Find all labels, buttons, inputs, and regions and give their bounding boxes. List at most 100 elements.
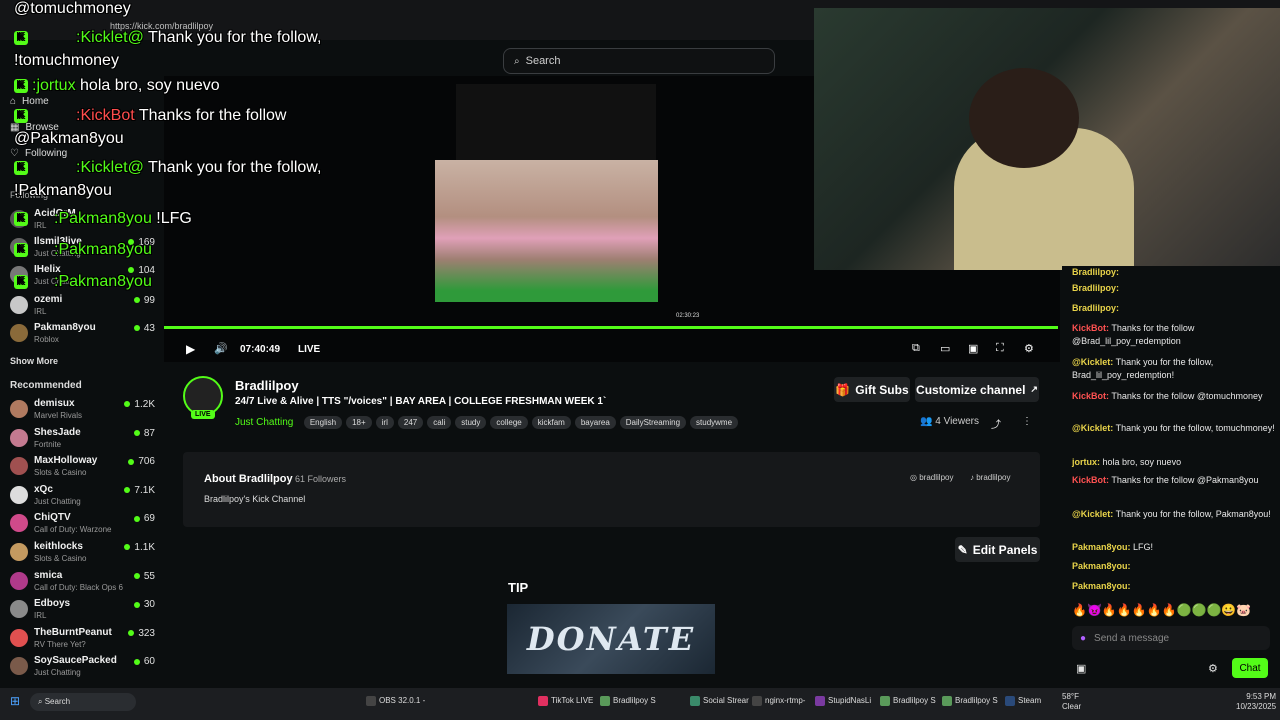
recommended-item[interactable]: TheBurntPeanut RV There Yet? 323 (10, 627, 155, 655)
fullscreen-icon[interactable]: ⛶ (996, 342, 1004, 355)
following-item-acidorm[interactable]: AcidOrM IRL (10, 208, 155, 236)
avatar (10, 571, 28, 590)
taskbar-app[interactable]: nginx-rtmp- (752, 696, 805, 706)
settings-gear-icon[interactable]: ⚙ (1024, 342, 1034, 355)
recommended-item[interactable]: demisux Marvel Rivals 1.2K (10, 398, 155, 426)
taskbar-app[interactable]: Bradlilpoy S (942, 696, 998, 706)
share-icon[interactable]: ⤴ (991, 416, 1001, 431)
app-icon (942, 696, 952, 706)
taskbar-app[interactable]: OBS 32.0.1 - (366, 696, 425, 706)
stream-tag[interactable]: 247 (397, 416, 424, 429)
recommended-item[interactable]: MaxHolloway Slots & Casino 706 (10, 455, 155, 483)
stream-tag[interactable]: bayarea (574, 416, 616, 429)
chat-input[interactable]: ● Send a message (1072, 626, 1270, 650)
chat-settings-icon[interactable]: ⚙ (1208, 662, 1218, 675)
channel-name[interactable]: Bradlilpoy (235, 378, 299, 393)
avatar (10, 428, 28, 447)
stream-tag[interactable]: irl (375, 416, 394, 429)
stream-tag[interactable]: kickfam (531, 416, 571, 429)
chat-message: Pakman8you: (1072, 581, 1131, 591)
search-input[interactable]: ⌕ Search (503, 48, 775, 74)
gift-subs-button[interactable]: 🎁 Gift Subs (834, 377, 910, 402)
app-icon (880, 696, 890, 706)
social-instagram[interactable]: ◎ bradlilpoy (910, 473, 953, 482)
stream-time: 07:40:49 (240, 344, 281, 355)
following-section-title: Following (10, 190, 49, 200)
nav-browse[interactable]: ▦ Browse (10, 122, 59, 133)
recommended-item[interactable]: keithlocks Slots & Casino 1.1K (10, 541, 155, 569)
recommended-item[interactable]: smica Call of Duty: Black Ops 6 55 (10, 570, 155, 598)
recommended-item[interactable]: ChiQTV Call of Duty: Warzone 69 (10, 512, 155, 540)
recommended-item[interactable]: Edboys IRL 30 (10, 598, 155, 626)
chat-message: Pakman8you: (1072, 561, 1131, 571)
avatar (10, 238, 28, 256)
stream-tag[interactable]: studywme (690, 416, 739, 429)
chat-message: jortux: hola bro, soy nuevo (1072, 457, 1182, 467)
recommended-title: Recommended (10, 380, 82, 391)
stream-tag[interactable]: 18+ (346, 416, 372, 429)
chat-message: Pakman8you: LFG! (1072, 542, 1154, 552)
chat-message: @Kicklet: Thank you for the follow, tomu… (1072, 423, 1275, 433)
stream-tag[interactable]: study (455, 416, 487, 429)
theatre-icon[interactable]: ▭ (940, 342, 950, 355)
chat-message: KickBot: Thanks for the follow @Brad_lil… (1072, 323, 1195, 346)
avatar (10, 210, 28, 228)
play-button[interactable]: ▶ (186, 342, 195, 356)
volume-icon[interactable]: 🔊 (214, 342, 228, 355)
taskbar-search[interactable]: ⌕ Search (30, 693, 136, 711)
edit-panels-button[interactable]: ✎ Edit Panels (955, 537, 1040, 562)
taskbar-app[interactable]: Bradlilpoy S (600, 696, 656, 706)
search-placeholder: Search (525, 55, 561, 67)
following-item-ozemi[interactable]: ozemi IRL 99 (10, 294, 155, 322)
pip-icon[interactable]: ⧉ (912, 342, 920, 355)
customize-channel-button[interactable]: Customize channel ↗ (915, 377, 1039, 402)
avatar (10, 266, 28, 284)
stream-tag[interactable]: college (490, 416, 528, 429)
video-inner-screen (456, 84, 656, 162)
clock[interactable]: 9:53 PM 10/23/2025 (1236, 692, 1276, 712)
chat-panel: Bradlilpoy: Bradlilpoy: Bradlilpoy: Kick… (1062, 266, 1280, 688)
chat-message: Bradlilpoy: (1072, 283, 1120, 293)
avatar (10, 485, 28, 504)
recommended-item[interactable]: xQc Just Chatting 7.1K (10, 484, 155, 512)
following-item-pakman8you[interactable]: Pakman8you Roblox 43 (10, 322, 155, 350)
app-icon (752, 696, 762, 706)
avatar (10, 600, 28, 619)
category-link[interactable]: Just Chatting (235, 417, 293, 428)
following-item-ihelix[interactable]: IHelix Just Chatting 104 (10, 264, 155, 292)
taskbar-app[interactable]: Bradlilpoy S (880, 696, 936, 706)
about-description: Bradlilpoy's Kick Channel (204, 494, 306, 504)
donate-banner[interactable]: DONATE (507, 604, 715, 674)
recommended-item[interactable]: ShesJade Fortnite 87 (10, 427, 155, 455)
chat-message: @Kicklet: Thank you for the follow, Pakm… (1072, 509, 1271, 519)
app-icon (366, 696, 376, 706)
inner-video-time: 02:30:23 (676, 313, 700, 319)
url-bar[interactable]: https://kick.com/bradlilpoy (110, 21, 213, 31)
weather-widget[interactable]: 58°F Clear (1062, 692, 1081, 712)
chat-send-button[interactable]: Chat (1232, 658, 1268, 678)
player-controls: ▶ 🔊 07:40:49 LIVE ⧉ ▭ ▣ ⛶ ⚙ (164, 338, 1058, 360)
stream-tag[interactable]: cali (427, 416, 452, 429)
tiktok-icon: ♪ (970, 473, 974, 482)
taskbar-app[interactable]: TikTok LIVE (538, 696, 593, 706)
recommended-item[interactable]: SoySaucePacked Just Chatting 60 (10, 655, 155, 683)
instagram-icon: ◎ (910, 473, 917, 482)
tag-list: English 18+ irl 247 cali study college kickfam b… (303, 412, 742, 429)
taskbar-app[interactable]: Social Strear (690, 696, 749, 706)
stream-tag[interactable]: DailyStreaming (619, 416, 687, 429)
taskbar-app[interactable]: Steam (1005, 696, 1041, 706)
following-item-ilsmil3live[interactable]: Ilsmil3live Just Chatting 169 (10, 236, 155, 264)
social-tiktok[interactable]: ♪ bradlilpoy (970, 473, 1010, 482)
windows-start-icon[interactable]: ⊞ (10, 694, 20, 708)
follower-count: 61 Followers (295, 474, 347, 484)
show-more-link[interactable]: Show More (10, 356, 58, 366)
nav-home[interactable]: ⌂ Home (10, 96, 49, 107)
chat-message: Bradlilpoy: (1072, 303, 1120, 313)
stream-tag[interactable]: English (303, 416, 343, 429)
taskbar-app[interactable]: StupidNasLi (815, 696, 871, 706)
video-progress-bar[interactable] (164, 326, 1058, 329)
nav-following[interactable]: ♡ Following (10, 148, 67, 159)
store-icon[interactable]: ▣ (1076, 662, 1086, 675)
stretch-icon[interactable]: ▣ (968, 342, 978, 355)
user-options-icon[interactable]: ⋮ (1022, 416, 1032, 427)
